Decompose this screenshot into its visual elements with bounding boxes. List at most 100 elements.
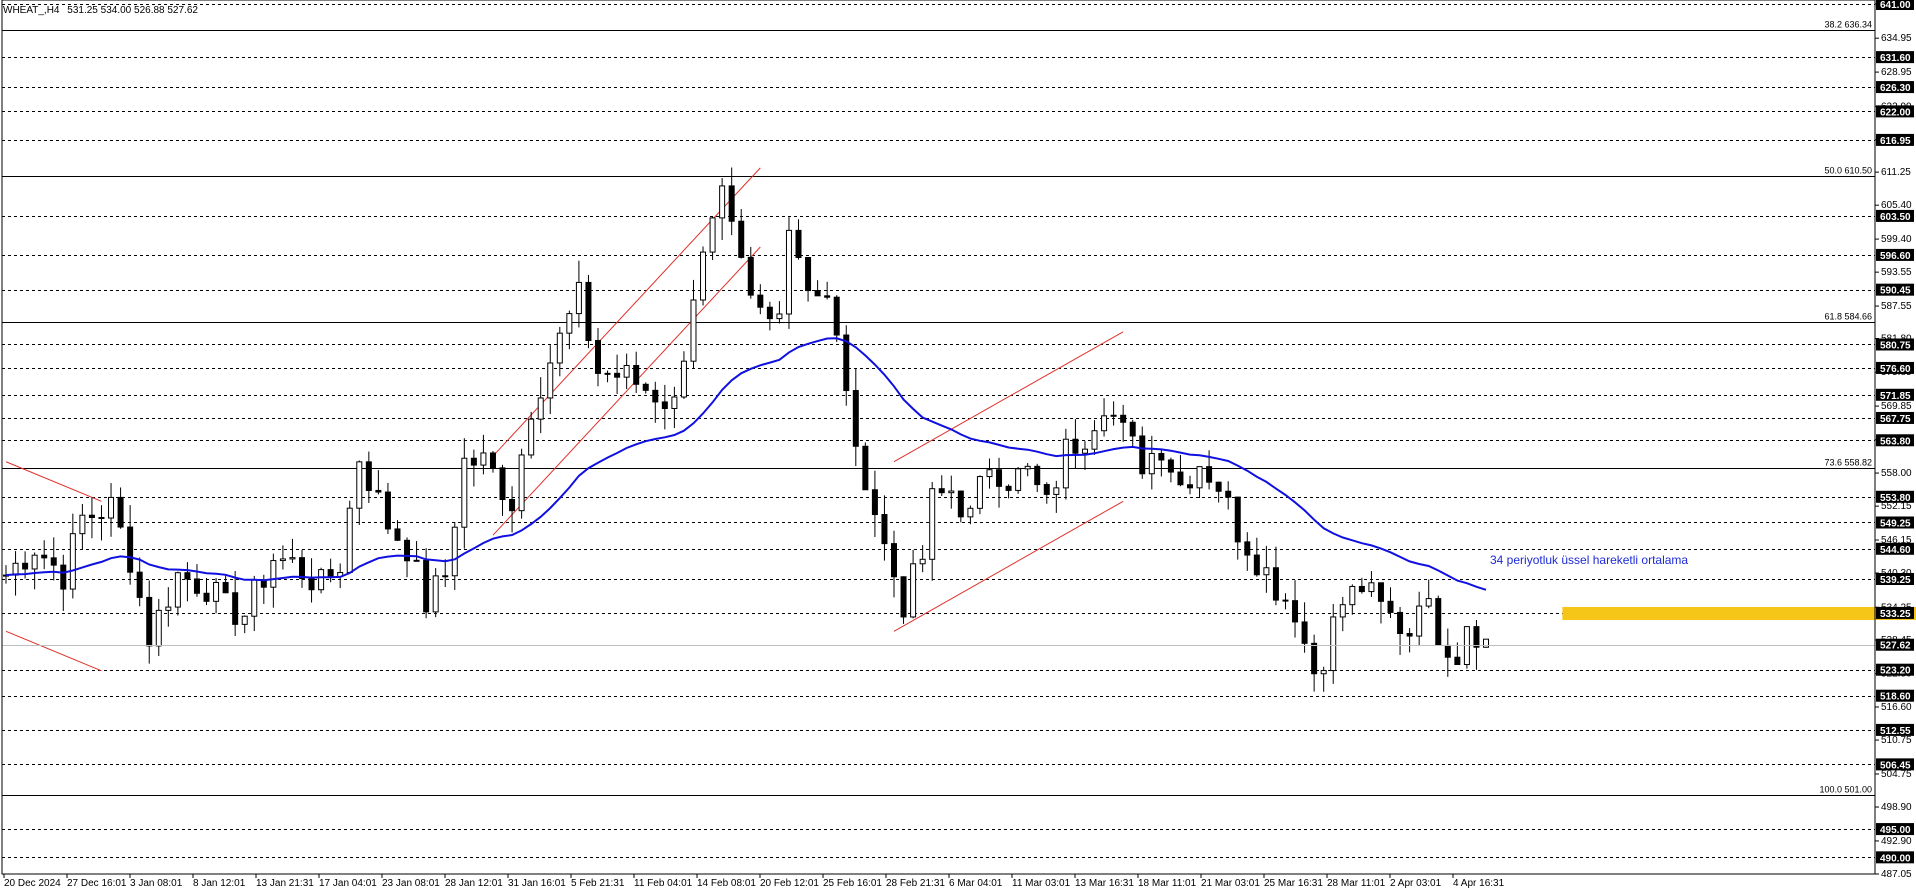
candle-148 — [1416, 591, 1423, 646]
candle-12 — [117, 487, 124, 529]
svg-text:523.20: 523.20 — [1880, 666, 1911, 677]
candle-140 — [1339, 596, 1346, 632]
fib-label-4: 100.0 501.00 — [1819, 785, 1872, 795]
candle-100 — [957, 490, 964, 523]
candle-8 — [79, 503, 86, 550]
channel-ch3-upper — [893, 331, 1124, 463]
level-label-17: 533.25 — [1876, 606, 1914, 620]
candle-103 — [986, 458, 993, 489]
candle-19 — [184, 562, 191, 602]
level-label-8: 580.75 — [1876, 338, 1914, 351]
candle-87 — [833, 295, 840, 342]
candle-43 — [413, 541, 420, 562]
candle-115 — [1101, 398, 1108, 437]
candle-133 — [1272, 546, 1279, 606]
candle-25 — [241, 615, 248, 634]
fib-label-1: 50.0 610.50 — [1824, 166, 1872, 176]
level-label-22: 506.45 — [1876, 758, 1914, 771]
candle-37 — [356, 460, 363, 525]
y-tick-9: 587.55 — [1881, 301, 1912, 312]
x-tick-15: 6 Mar 04:01 — [949, 878, 1003, 888]
svg-text:603.50: 603.50 — [1880, 212, 1911, 223]
candle-147 — [1406, 628, 1413, 653]
svg-text:596.60: 596.60 — [1880, 251, 1911, 262]
candle-101 — [967, 505, 974, 525]
horizontal-levels — [2, 4, 1875, 858]
candle-141 — [1349, 584, 1356, 615]
ema-annotation: 34 periyotluk üssel hareketli ortalama — [1490, 553, 1688, 567]
level-label-3: 622.00 — [1876, 105, 1914, 118]
candle-119 — [1139, 426, 1146, 479]
candle-68 — [652, 381, 659, 423]
svg-text:631.60: 631.60 — [1880, 53, 1911, 64]
candle-73 — [700, 246, 707, 306]
x-tick-22: 2 Apr 03:01 — [1390, 878, 1442, 888]
candle-22 — [213, 577, 220, 614]
svg-text:553.80: 553.80 — [1880, 493, 1911, 504]
candle-57 — [547, 345, 554, 414]
x-tick-16: 11 Mar 03:01 — [1012, 878, 1071, 888]
candle-142 — [1358, 577, 1365, 594]
level-label-10: 571.85 — [1876, 388, 1914, 402]
candle-102 — [976, 475, 983, 515]
level-label-14: 549.25 — [1876, 516, 1914, 529]
candle-125 — [1196, 466, 1203, 499]
candle-65 — [623, 353, 630, 390]
candle-132 — [1263, 545, 1270, 593]
candle-62 — [595, 327, 601, 387]
channel-ch1-lower — [5, 630, 102, 672]
candle-111 — [1062, 428, 1069, 500]
price-chart[interactable]: 38.2 636.34 50.0 610.50 61.8 584.66 73.6 55… — [0, 0, 1916, 888]
candle-98 — [938, 475, 945, 496]
candle-56 — [537, 377, 544, 434]
channel-ch1-upper — [5, 461, 102, 502]
candle-123 — [1177, 454, 1184, 487]
candle-63 — [604, 370, 611, 383]
svg-text:622.00: 622.00 — [1880, 107, 1911, 118]
x-tick-10: 11 Feb 04:01 — [634, 878, 693, 888]
y-tick-12: 569.85 — [1881, 401, 1912, 412]
candle-99 — [948, 475, 955, 509]
level-label-0: 641.00 — [1876, 0, 1914, 11]
svg-text:567.75: 567.75 — [1880, 414, 1911, 425]
level-label-11: 567.75 — [1876, 411, 1914, 425]
svg-text:563.80: 563.80 — [1880, 436, 1911, 447]
candle-105 — [1005, 484, 1012, 499]
candle-53 — [509, 486, 516, 533]
candle-26 — [251, 575, 258, 632]
candle-114 — [1091, 420, 1098, 455]
candle-90 — [862, 442, 869, 491]
candle-131 — [1253, 537, 1260, 577]
x-tick-14: 28 Feb 21:31 — [886, 878, 945, 888]
candle-109 — [1043, 482, 1050, 504]
candle-59 — [566, 310, 573, 350]
level-label-15: 544.60 — [1876, 542, 1914, 556]
candle-97 — [929, 481, 936, 581]
candle-130 — [1244, 532, 1251, 571]
candle-38 — [365, 451, 372, 503]
svg-text:616.95: 616.95 — [1880, 136, 1911, 147]
candle-76 — [728, 167, 735, 236]
candle-33 — [318, 567, 325, 594]
candle-151 — [1444, 628, 1451, 677]
candle-66 — [633, 351, 640, 393]
candle-3 — [31, 552, 38, 590]
candle-122 — [1167, 457, 1174, 483]
symbol-label: WHEAT_,H4 — [3, 5, 60, 16]
candle-91 — [871, 470, 878, 538]
candle-74 — [709, 216, 716, 261]
level-label-12: 563.80 — [1876, 434, 1914, 447]
candle-137 — [1311, 634, 1318, 692]
x-tick-1: 27 Dec 16:01 — [67, 878, 127, 888]
candle-67 — [642, 382, 649, 394]
candle-139 — [1330, 603, 1337, 684]
candle-82 — [785, 217, 792, 329]
candle-93 — [891, 530, 897, 598]
candle-61 — [585, 274, 592, 349]
level-label-16: 539.25 — [1876, 573, 1914, 586]
svg-text:590.45: 590.45 — [1880, 286, 1911, 297]
candle-18 — [174, 571, 181, 616]
y-tick-14: 558.00 — [1881, 468, 1912, 479]
y-tick-6: 605.40 — [1881, 200, 1912, 211]
svg-text:544.60: 544.60 — [1880, 545, 1911, 556]
